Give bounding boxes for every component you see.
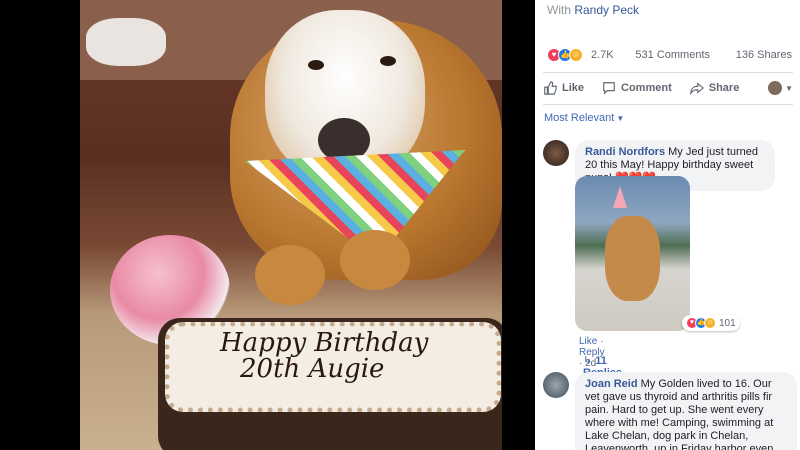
reply-arrow-icon: ↳ [583,355,593,367]
cake-inscription: Happy Birthday 20th Augie [220,330,500,382]
comment-like-link[interactable]: Like [579,336,597,347]
commenter-avatar[interactable] [543,372,569,398]
comment-photo-attachment[interactable] [575,176,690,331]
photo-viewer: Happy Birthday 20th Augie [0,0,535,450]
comment-icon [603,82,615,95]
photo-dog-paw-left [255,245,325,305]
photo-dog-eye-right [380,56,396,66]
thumbs-up-icon [544,81,557,95]
comment-author[interactable]: Joan Reid [585,378,638,390]
reaction-count[interactable]: 2.7K [591,49,614,61]
like-button-label: Like [562,82,585,94]
like-button[interactable]: Like [543,81,584,95]
with-prefix: With [547,3,571,17]
comment-bubble: Joan Reid My Golden lived to 16. Our vet… [575,372,797,450]
post-stats: ♥ 👍 ☺ 2.7K 531 Comments 136 Shares [547,48,792,64]
cake-inscription-line2: 20th Augie [240,354,385,384]
comment-author[interactable]: Randi Nordfors [585,146,665,158]
share-count[interactable]: 136 Shares [736,49,792,61]
comment-count[interactable]: 531 Comments [635,49,710,61]
post-photo[interactable]: Happy Birthday 20th Augie [80,0,502,450]
caret-down-icon: ▼ [616,114,625,123]
haha-reaction-icon: ☺ [569,48,583,62]
tagged-with-line: With Randy Peck [547,3,639,17]
comment-sort-dropdown[interactable]: Most Relevant ▼ [544,112,624,124]
comment-reaction-count: 101 [719,317,736,329]
wow-reaction-icon: ☺ [704,317,716,329]
tagged-person-link[interactable]: Randy Peck [574,3,639,17]
share-button-label: Share [708,82,740,94]
share-icon [690,82,704,95]
post-side-panel: With Randy Peck ♥ 👍 ☺ 2.7K 531 Comments … [535,0,800,450]
comment-sort-label: Most Relevant [544,112,615,124]
reaction-icons[interactable]: ♥ 👍 ☺ [547,48,583,62]
photo-dog-paw-right [340,230,410,290]
comment-button-label: Comment [621,82,672,94]
post-action-bar: Like Comment Share ▼ [543,76,793,100]
attachment-dog [605,216,660,301]
attachment-party-hat [613,186,627,208]
actions-divider [543,104,793,105]
chevron-down-icon: ▼ [785,83,793,93]
commenter-avatar[interactable] [543,140,569,166]
cake-inscription-line1: Happy Birthday [220,328,429,358]
user-avatar-icon [768,81,783,95]
photo-dog-eye-left [308,60,324,70]
post-as-selector[interactable]: ▼ [768,81,793,95]
stats-divider [543,72,793,73]
comment-button[interactable]: Comment [602,81,672,95]
comment-reactions[interactable]: ♥ 👍 ☺ 101 [682,315,740,331]
photo-stuffed-toy [86,18,166,66]
share-button[interactable]: Share [690,81,740,95]
